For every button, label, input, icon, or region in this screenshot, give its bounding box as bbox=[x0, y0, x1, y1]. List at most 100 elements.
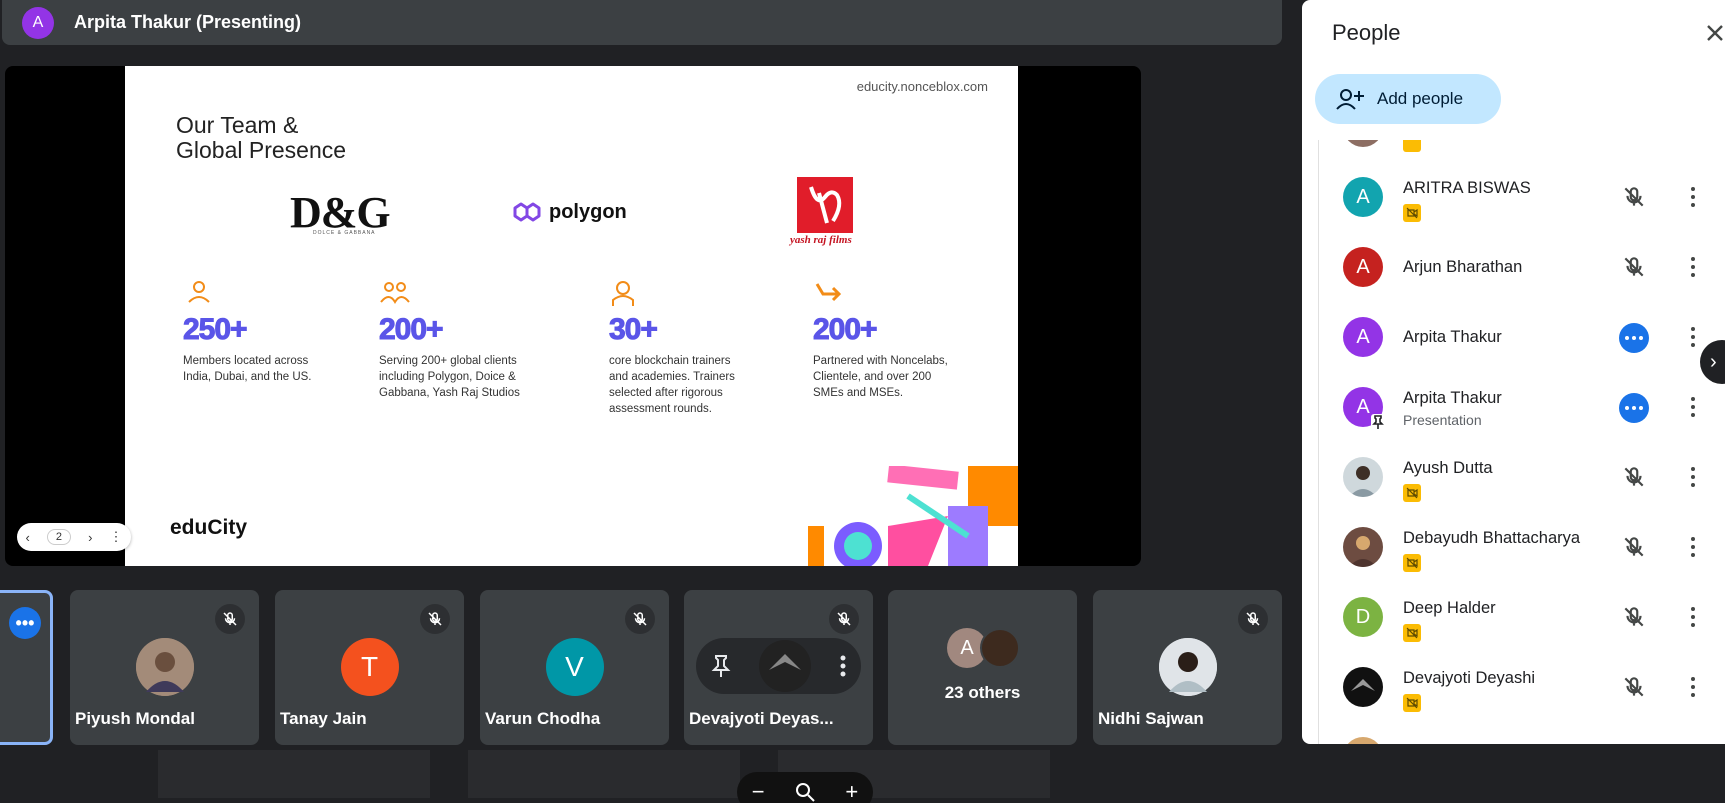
speaking-indicator-icon bbox=[1619, 393, 1649, 423]
yrf-logo-mark bbox=[797, 177, 853, 233]
educity-logo: eduCity bbox=[170, 516, 248, 539]
people-panel: People Add people A ARITRA BISWAS A Arju… bbox=[1302, 0, 1725, 744]
stat-description: Partnered with Noncelabs, Clientele, and… bbox=[813, 355, 948, 399]
background-thumbnail bbox=[468, 750, 740, 798]
people-icon bbox=[188, 281, 210, 303]
mic-off-icon bbox=[215, 604, 245, 634]
others-avatar bbox=[980, 628, 1020, 668]
badge-icon bbox=[1403, 694, 1421, 712]
participant-tile[interactable]: Devajyoti Deyas... bbox=[684, 590, 873, 745]
person-name: Deep Halder bbox=[1403, 599, 1496, 617]
badge-icon bbox=[1403, 624, 1421, 642]
more-vert-icon[interactable] bbox=[1689, 674, 1697, 700]
participant-tile[interactable]: V Varun Chodha bbox=[480, 590, 669, 745]
tile-selected-partial[interactable]: ••• bbox=[0, 590, 53, 745]
tile-hover-controls bbox=[696, 638, 861, 694]
people-row[interactable]: Debayudh Bhattacharya bbox=[1319, 512, 1725, 582]
badge-icon bbox=[1403, 140, 1421, 152]
slide-more-icon[interactable]: ⋮ bbox=[109, 529, 122, 545]
participant-name: Piyush Mondal bbox=[75, 709, 195, 728]
people-row[interactable]: Ayush Dutta bbox=[1319, 442, 1725, 512]
avatar bbox=[135, 638, 194, 696]
participant-tile[interactable]: Piyush Mondal bbox=[70, 590, 259, 745]
slide-page-number[interactable]: 2 bbox=[46, 529, 72, 545]
polygon-logo-text: polygon bbox=[549, 200, 627, 223]
others-tile[interactable]: A 23 others bbox=[888, 590, 1077, 745]
presenter-bar: A Arpita Thakur (Presenting) bbox=[2, 0, 1282, 45]
slide-title: Our Team & Global Presence bbox=[176, 113, 346, 163]
add-people-label: Add people bbox=[1377, 89, 1464, 108]
participant-name: Nidhi Sajwan bbox=[1098, 709, 1204, 728]
prev-slide-icon[interactable]: ‹ bbox=[26, 530, 30, 545]
badge-icon bbox=[1403, 204, 1421, 222]
person-name: Ayush Dutta bbox=[1403, 459, 1493, 477]
stat-description: Serving 200+ global clients including Po… bbox=[379, 355, 520, 399]
person-name: Arjun Bharathan bbox=[1403, 258, 1523, 276]
zoom-in-icon[interactable]: + bbox=[845, 779, 858, 803]
presentation-stage[interactable]: educity.nonceblox.com Our Team & Global … bbox=[5, 66, 1141, 566]
people-row[interactable]: A Arpita Thakur Presentation bbox=[1319, 372, 1725, 442]
add-people-button[interactable]: Add people bbox=[1315, 74, 1501, 124]
polygon-logo: polygon bbox=[511, 200, 627, 224]
more-vert-icon[interactable] bbox=[1689, 324, 1697, 350]
avatar: A bbox=[1343, 317, 1383, 357]
stat-trainers: 30+ core blockchain trainers and academi… bbox=[609, 278, 779, 417]
next-slide-icon[interactable]: › bbox=[88, 530, 92, 545]
group-icon bbox=[380, 282, 410, 304]
more-vert-icon[interactable] bbox=[1689, 184, 1697, 210]
close-icon[interactable] bbox=[1702, 20, 1725, 46]
stat-number: 30+ bbox=[609, 313, 659, 347]
more-vert-icon[interactable] bbox=[1689, 254, 1697, 280]
stat-number: 200+ bbox=[379, 313, 445, 347]
mic-off-icon bbox=[1624, 467, 1644, 487]
stat-clients: 200+ Serving 200+ global clients includi… bbox=[379, 278, 549, 401]
avatar bbox=[759, 640, 812, 692]
participant-tile[interactable]: Nidhi Sajwan bbox=[1093, 590, 1282, 745]
people-row[interactable]: A Arjun Bharathan bbox=[1319, 232, 1725, 302]
stat-number: 200+ bbox=[813, 313, 879, 347]
participant-name: Tanay Jain bbox=[280, 709, 367, 728]
avatar: D bbox=[1343, 597, 1383, 637]
zoom-icon bbox=[795, 783, 815, 802]
people-row-partial bbox=[1319, 140, 1725, 162]
people-row[interactable]: A ARITRA BISWAS bbox=[1319, 162, 1725, 232]
yrf-logo-text: yash raj films bbox=[790, 234, 852, 246]
avatar bbox=[1343, 457, 1383, 497]
mic-off-icon bbox=[1624, 257, 1644, 277]
more-options-icon[interactable]: ••• bbox=[9, 607, 41, 639]
person-add-icon bbox=[1336, 89, 1364, 110]
mic-off-icon bbox=[1238, 604, 1268, 634]
mic-off-icon bbox=[1624, 677, 1644, 697]
avatar: A bbox=[1343, 177, 1383, 217]
slide-title-line1: Our Team & bbox=[176, 112, 299, 138]
people-row[interactable]: D Deep Halder bbox=[1319, 582, 1725, 652]
polygon-icon bbox=[513, 202, 541, 222]
slide-navigator: ‹ 2 › ⋮ bbox=[17, 523, 131, 551]
background-thumbnail bbox=[158, 750, 430, 798]
stat-partners: 200+ Partnered with Noncelabs, Clientele… bbox=[813, 278, 983, 401]
participant-tile[interactable]: T Tanay Jain bbox=[275, 590, 464, 745]
participant-name: Devajyoti Deyas... bbox=[689, 709, 834, 728]
more-vert-icon[interactable] bbox=[1689, 464, 1697, 490]
people-row[interactable]: A Arpita Thakur bbox=[1319, 302, 1725, 372]
more-vert-icon[interactable] bbox=[1689, 534, 1697, 560]
person-name: ARITRA BISWAS bbox=[1403, 179, 1531, 197]
avatar bbox=[1158, 638, 1217, 696]
mic-off-icon bbox=[1624, 187, 1644, 207]
meet-window: A Arpita Thakur (Presenting) educity.non… bbox=[0, 0, 1725, 803]
more-vert-icon[interactable] bbox=[1689, 604, 1697, 630]
slide-title-line2: Global Presence bbox=[176, 137, 347, 163]
pin-icon bbox=[1371, 414, 1385, 430]
avatar bbox=[1343, 527, 1383, 567]
mic-off-icon bbox=[625, 604, 655, 634]
arrow-icon bbox=[815, 283, 842, 302]
people-row[interactable]: Devajyoti Deyashi bbox=[1319, 652, 1725, 722]
people-list[interactable]: A ARITRA BISWAS A Arjun Bharathan A Arpi… bbox=[1318, 140, 1725, 744]
slide-decoration bbox=[808, 466, 1018, 566]
participant-name: Varun Chodha bbox=[485, 709, 601, 728]
pin-icon[interactable] bbox=[710, 654, 732, 678]
more-vert-icon[interactable] bbox=[839, 655, 847, 677]
presenter-avatar: A bbox=[22, 6, 54, 39]
more-vert-icon[interactable] bbox=[1689, 394, 1697, 420]
zoom-out-icon[interactable]: − bbox=[752, 779, 765, 803]
